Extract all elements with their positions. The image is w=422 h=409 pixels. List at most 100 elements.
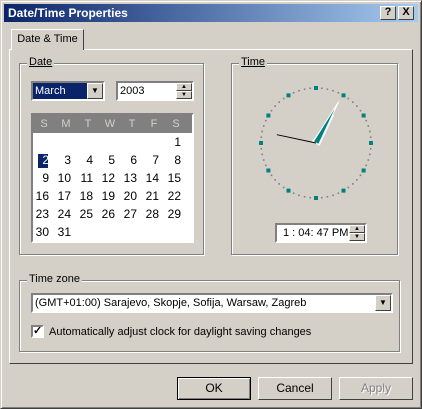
tab-date-time[interactable]: Date & Time <box>11 29 84 50</box>
minute-marker <box>320 196 323 199</box>
calendar-day[interactable]: 11 <box>71 171 93 185</box>
timezone-dropdown[interactable]: (GMT+01:00) Sarajevo, Skopje, Sofija, Wa… <box>31 293 393 313</box>
calendar-day[interactable]: 26 <box>93 207 115 221</box>
calendar-day[interactable]: 30 <box>33 225 49 239</box>
minute-marker <box>347 186 350 189</box>
hour-marker <box>286 188 291 193</box>
minute-marker <box>367 159 370 161</box>
calendar-day[interactable]: 8 <box>159 153 181 167</box>
weekday-fri: F <box>150 118 158 130</box>
ok-button[interactable]: OK <box>177 377 251 400</box>
second-hand <box>276 134 317 144</box>
weekday-wed: W <box>104 118 116 130</box>
hour-marker <box>266 168 271 173</box>
calendar-day[interactable]: 7 <box>137 153 159 167</box>
calendar-day[interactable]: 6 <box>115 153 137 167</box>
spin-up-icon[interactable]: ▲ <box>176 83 192 91</box>
close-button[interactable]: X <box>398 6 414 20</box>
calendar-day[interactable]: 31 <box>49 225 71 239</box>
spin-down-icon[interactable]: ▼ <box>176 91 192 99</box>
calendar-day[interactable]: 4 <box>71 153 93 167</box>
calendar-day[interactable]: 14 <box>137 171 159 185</box>
spin-up-icon[interactable]: ▲ <box>349 225 365 233</box>
hour-marker <box>341 93 346 98</box>
minute-marker <box>352 183 354 185</box>
calendar-day[interactable]: 13 <box>115 171 137 185</box>
minute-marker <box>264 119 267 122</box>
dst-label[interactable]: Automatically adjust clock for daylight … <box>49 326 311 338</box>
minute-marker <box>367 125 370 127</box>
calendar-day[interactable]: 21 <box>137 189 159 203</box>
minute-marker <box>365 119 368 122</box>
check-icon: ✓ <box>33 325 43 337</box>
dst-checkbox[interactable]: ✓ <box>31 325 44 338</box>
calendar-day[interactable]: 2 <box>33 153 49 167</box>
calendar-day[interactable]: 12 <box>93 171 115 185</box>
minute-marker <box>303 195 306 198</box>
minute-marker <box>337 192 340 195</box>
calendar-day[interactable]: 28 <box>137 207 159 221</box>
calendar-day[interactable]: 15 <box>159 171 181 185</box>
year-field[interactable]: 2003 ▲ ▼ <box>116 81 194 101</box>
calendar-day[interactable]: 29 <box>159 207 181 221</box>
calendar-day[interactable]: 3 <box>49 153 71 167</box>
timezone-group: Time zone <box>19 273 400 352</box>
hour-marker <box>286 93 291 98</box>
minute-marker <box>260 147 263 150</box>
time-spinner[interactable]: ▲ ▼ <box>349 225 365 241</box>
month-dropdown[interactable]: March ▼ <box>31 81 105 101</box>
calendar-day[interactable]: 17 <box>49 189 71 203</box>
minute-marker <box>309 87 312 90</box>
chevron-down-icon[interactable]: ▼ <box>87 83 103 99</box>
date-time-properties-window: Date/Time Properties ? X Date & Time Dat… <box>0 0 422 409</box>
time-field[interactable]: 1 : 04: 47 PM ▲ ▼ <box>275 223 367 243</box>
apply-button[interactable]: Apply <box>339 377 413 400</box>
minute-marker <box>352 101 354 103</box>
year-spinner[interactable]: ▲ ▼ <box>176 83 192 99</box>
hour-marker <box>314 86 318 90</box>
minute-marker <box>262 125 265 127</box>
spin-down-icon[interactable]: ▼ <box>349 233 365 241</box>
weekday-tue: T <box>84 118 92 130</box>
calendar-day[interactable]: 18 <box>71 189 93 203</box>
help-button[interactable]: ? <box>380 6 396 20</box>
minute-marker <box>292 192 295 195</box>
calendar-weekday-header: S M T W T F S <box>33 115 192 133</box>
calendar-day[interactable]: 27 <box>115 207 137 221</box>
minute-marker <box>261 130 264 133</box>
calendar-day[interactable]: 16 <box>33 189 49 203</box>
minute-marker <box>292 91 295 94</box>
minute-marker <box>365 164 368 167</box>
hour-marker <box>361 168 366 173</box>
year-value: 2003 <box>120 85 145 97</box>
weekday-thu: T <box>128 118 136 130</box>
minute-marker <box>337 91 340 94</box>
weekday-sat: S <box>172 118 180 130</box>
calendar-day[interactable]: 9 <box>33 171 49 185</box>
minute-marker <box>368 153 371 156</box>
chevron-down-icon[interactable]: ▼ <box>375 295 391 311</box>
weekday-mon: M <box>61 118 71 130</box>
cancel-button[interactable]: Cancel <box>258 377 332 400</box>
weekday-sun: S <box>40 118 48 130</box>
hour-marker <box>369 141 373 145</box>
minute-marker <box>332 89 334 92</box>
minute-marker <box>309 196 312 199</box>
calendar-day[interactable]: 1 <box>159 135 181 149</box>
timezone-value: (GMT+01:00) Sarajevo, Skopje, Sofija, Wa… <box>35 297 307 309</box>
month-value: March <box>35 85 66 97</box>
calendar-day[interactable]: 24 <box>49 207 71 221</box>
calendar[interactable]: S M T W T F S 1 2 3 4 5 6 7 8 9 10 11 12 13 14 15 16 17 1… <box>31 113 194 243</box>
minute-marker <box>320 87 323 90</box>
minute-marker <box>326 88 329 91</box>
calendar-day[interactable]: 10 <box>49 171 71 185</box>
minute-marker <box>359 109 362 112</box>
calendar-day[interactable]: 20 <box>115 189 137 203</box>
hour-marker <box>361 113 366 118</box>
calendar-day[interactable]: 19 <box>93 189 115 203</box>
calendar-day[interactable]: 5 <box>93 153 115 167</box>
calendar-day[interactable]: 22 <box>159 189 181 203</box>
calendar-day[interactable]: 23 <box>33 207 49 221</box>
minute-marker <box>270 174 273 177</box>
calendar-day[interactable]: 25 <box>71 207 93 221</box>
